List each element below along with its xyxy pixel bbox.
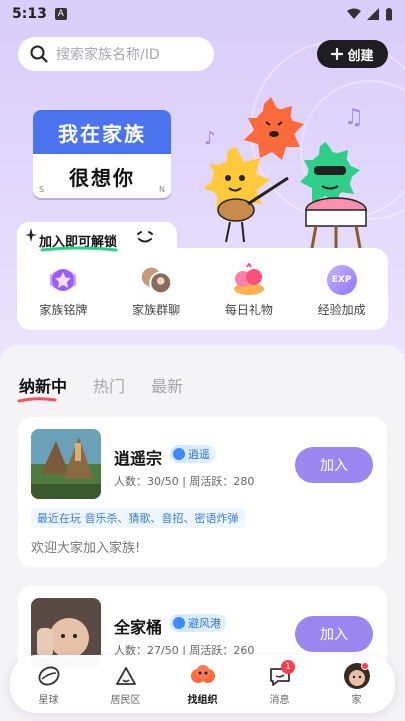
recent-games: 最近在玩 音乐杀、猜歌、音招、密语炸弹 bbox=[31, 508, 245, 528]
badge-medal-icon bbox=[45, 262, 81, 298]
compass-s: S bbox=[39, 185, 45, 194]
tab-latest[interactable]: 最新 bbox=[151, 373, 183, 397]
tab-label: 最新 bbox=[151, 377, 184, 396]
signal-icon bbox=[367, 8, 379, 20]
status-right-icons bbox=[347, 7, 393, 21]
plus-icon bbox=[331, 48, 344, 60]
notification-a-icon: A bbox=[54, 8, 67, 20]
family-tag-text: 逍遥 bbox=[188, 448, 210, 461]
family-avatar bbox=[31, 429, 101, 499]
title-underline-icon bbox=[40, 246, 118, 252]
family-tag-text: 避风港 bbox=[188, 617, 221, 630]
tag-badge-icon bbox=[173, 448, 185, 460]
unlock-item-label: 家族群聊 bbox=[132, 303, 181, 317]
gift-icon bbox=[231, 262, 267, 298]
message-count-badge: 1 bbox=[281, 660, 296, 674]
search-input[interactable]: 搜索家族名称/ID bbox=[18, 37, 214, 71]
family-name: 全家桶 bbox=[114, 618, 163, 637]
join-button[interactable]: 加入 bbox=[295, 447, 373, 483]
organization-icon bbox=[189, 662, 217, 690]
tab-hot[interactable]: 热门 bbox=[93, 373, 125, 397]
family-tabs: 纳新中 热门 最新 bbox=[17, 373, 183, 403]
search-placeholder: 搜索家族名称/ID bbox=[56, 47, 160, 63]
planet-icon bbox=[35, 662, 63, 690]
nav-item-find-organization[interactable]: 找组织 bbox=[164, 662, 241, 706]
sign-bottom-prefix: 很 bbox=[69, 165, 91, 190]
svg-text:♫: ♫ bbox=[344, 105, 364, 130]
unlock-item-gift[interactable]: 每日礼物 bbox=[203, 262, 296, 318]
nav-label: 消息 bbox=[269, 695, 290, 706]
group-chat-avatars-icon bbox=[138, 262, 174, 298]
family-welcome-text: 欢迎大家加入家族! bbox=[31, 541, 141, 556]
unlock-item-group-chat[interactable]: 家族群聊 bbox=[110, 262, 203, 318]
nav-item-messages[interactable]: 1 消息 bbox=[241, 660, 318, 706]
exp-text: EXP bbox=[326, 265, 357, 295]
create-button-label: 创建 bbox=[347, 48, 374, 64]
smile-face-icon bbox=[137, 231, 153, 243]
sparkle-icon bbox=[25, 228, 37, 242]
family-weekly-active: 周活跃：280 bbox=[189, 475, 255, 488]
status-bar: 5:13 A bbox=[0, 0, 405, 28]
exp-icon: EXP bbox=[324, 262, 360, 298]
status-time: 5:13 bbox=[12, 6, 47, 22]
tab-recruiting[interactable]: 纳新中 bbox=[17, 373, 68, 403]
nav-label: 家 bbox=[351, 695, 362, 706]
svg-text:♪: ♪ bbox=[204, 128, 216, 149]
nav-item-residents[interactable]: 居民区 bbox=[87, 662, 164, 706]
compass-n: N bbox=[159, 185, 165, 194]
unlock-item-badge[interactable]: 家族铭牌 bbox=[17, 262, 110, 318]
family-tag: 避风港 bbox=[170, 614, 227, 632]
family-stats: 人数：30/50 | 周活跃：280 bbox=[114, 475, 255, 488]
family-tag: 逍遥 bbox=[170, 445, 216, 463]
nav-label: 找组织 bbox=[187, 695, 218, 706]
nav-label: 星球 bbox=[38, 695, 59, 706]
join-button[interactable]: 加入 bbox=[295, 616, 373, 652]
bottom-nav: 星球 居民区 找组织 1 消息 家 bbox=[10, 655, 395, 713]
unlock-item-exp[interactable]: EXP 经验加成 bbox=[295, 262, 388, 318]
create-family-button[interactable]: 创建 bbox=[317, 40, 388, 68]
unlock-benefits-card: 加入即可解锁 家族铭牌 家族群聊 每日礼物 EXP 经验加成 bbox=[17, 222, 388, 330]
nav-item-home[interactable]: 家 bbox=[318, 662, 395, 706]
family-name: 逍遥宗 bbox=[114, 449, 163, 468]
search-icon bbox=[30, 45, 48, 63]
unlock-item-label: 每日礼物 bbox=[224, 303, 273, 317]
house-icon bbox=[112, 662, 140, 690]
sign-bottom: 很想你 S N bbox=[33, 154, 171, 198]
tab-label: 纳新中 bbox=[19, 377, 68, 396]
unlock-item-label: 经验加成 bbox=[317, 303, 366, 317]
unlock-item-label: 家族铭牌 bbox=[39, 303, 88, 317]
miss-you-sign: 我在家族 很想你 S N bbox=[33, 110, 171, 198]
sign-top-text: 我在家族 bbox=[33, 110, 171, 154]
family-members: 人数：30/50 bbox=[114, 475, 179, 488]
tag-badge-icon bbox=[173, 617, 185, 629]
unlock-items: 家族铭牌 家族群聊 每日礼物 EXP 经验加成 bbox=[17, 262, 388, 318]
tab-label: 热门 bbox=[93, 377, 126, 396]
sign-bottom-text: 想你 bbox=[91, 165, 135, 190]
battery-icon bbox=[386, 7, 392, 20]
active-tab-underline-icon bbox=[17, 397, 57, 403]
nav-label: 居民区 bbox=[110, 695, 141, 706]
family-card[interactable]: 逍遥宗 逍遥 人数：30/50 | 周活跃：280 加入 最近在玩 音乐杀、猜歌… bbox=[18, 417, 387, 567]
wifi-icon bbox=[347, 8, 361, 19]
nav-item-planet[interactable]: 星球 bbox=[10, 662, 87, 706]
